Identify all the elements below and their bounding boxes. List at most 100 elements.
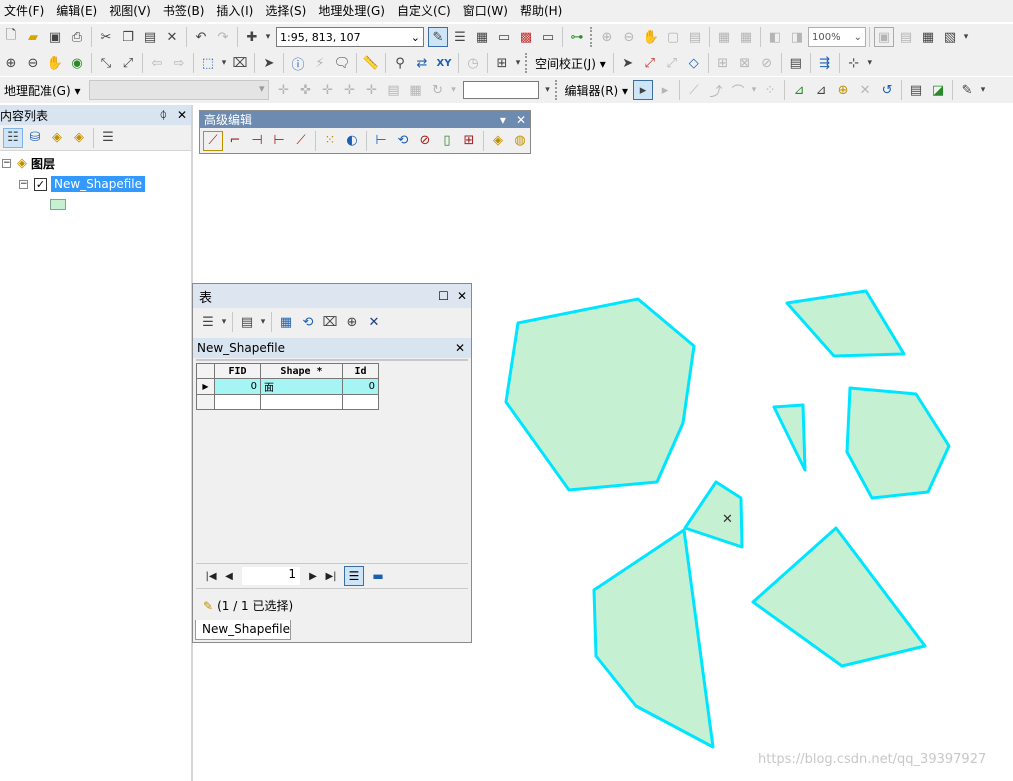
go-forward-icon[interactable]: ⇨ — [169, 53, 189, 73]
change-layout-icon[interactable]: ▦ — [918, 27, 938, 47]
toolbar-grip[interactable] — [590, 27, 594, 47]
save-icon[interactable]: ▣ — [45, 27, 65, 47]
trim-icon[interactable]: ⊢ — [269, 131, 289, 151]
chevron-down-icon[interactable]: ▾ — [264, 27, 272, 47]
close-icon[interactable]: ✕ — [516, 113, 526, 127]
zoom-100-icon[interactable]: ▦ — [714, 27, 734, 47]
first-record-icon[interactable]: |◀ — [202, 571, 220, 582]
georef-layer-combo[interactable] — [88, 80, 269, 100]
select-features-icon[interactable]: ⬚ — [198, 53, 218, 73]
menu-insert[interactable]: 插入(I) — [212, 0, 261, 22]
chevron-down-icon[interactable]: ▾ — [220, 312, 228, 332]
close-icon[interactable]: ✕ — [457, 289, 467, 303]
previous-record-icon[interactable]: ◀ — [220, 571, 238, 582]
switch-selection-icon[interactable]: ⟲ — [298, 312, 318, 332]
zoom-to-link-icon[interactable]: ✛ — [340, 80, 360, 100]
menu-windows[interactable]: 窗口(W) — [459, 0, 516, 22]
multiple-displacement-links-icon[interactable]: ◇ — [684, 53, 704, 73]
select-arrow-icon[interactable]: ➤ — [618, 53, 638, 73]
full-extent-icon[interactable]: ◉ — [67, 53, 87, 73]
new-limited-adjustment-area-icon[interactable]: ⊠ — [735, 53, 755, 73]
html-popup-icon[interactable]: 🗨 — [332, 53, 352, 73]
chevron-down-icon[interactable]: ▾ — [544, 80, 552, 100]
pan-icon[interactable]: ✋ — [45, 53, 65, 73]
zoom-out-icon[interactable]: ⊖ — [23, 53, 43, 73]
new-displacement-link-icon[interactable]: ⤢ — [640, 53, 660, 73]
straight-segment-icon[interactable]: ⟋ — [684, 80, 704, 100]
sketch-properties-icon[interactable]: ◪ — [928, 80, 948, 100]
arctoolbox-icon[interactable]: ▩ — [516, 27, 536, 47]
endpoint-arc-icon[interactable]: ⤴ — [706, 80, 726, 100]
editor-menu[interactable]: 编辑器(R) ▾ — [561, 82, 633, 99]
related-tables-icon[interactable]: ▤ — [237, 312, 257, 332]
chevron-down-icon[interactable]: ▾ — [220, 53, 228, 73]
model-builder-icon[interactable]: ⊶ — [567, 27, 587, 47]
polygon-small-kite[interactable] — [683, 480, 744, 549]
rotate-icon[interactable]: ↻ — [428, 80, 448, 100]
explode-multipart-icon[interactable]: ⁙ — [320, 131, 340, 151]
zoom-in-icon[interactable]: ⊕ — [1, 53, 21, 73]
line-intersection-icon[interactable]: ⟋ — [291, 131, 311, 151]
catalog-icon[interactable]: ▦ — [472, 27, 492, 47]
buffer-icon[interactable]: ◍ — [510, 131, 530, 151]
find-route-icon[interactable]: ⇄ — [412, 53, 432, 73]
create-features-icon[interactable]: ✎ — [957, 80, 977, 100]
close-icon[interactable]: ✕ — [177, 108, 187, 122]
menu-view[interactable]: 视图(V) — [105, 0, 159, 22]
clear-selection-icon[interactable]: ⌧ — [230, 53, 250, 73]
identify-icon[interactable]: ⓘ — [288, 53, 308, 73]
smooth-icon[interactable]: ▯ — [437, 131, 457, 151]
list-by-selection-icon[interactable]: ◈ — [69, 128, 89, 148]
georeferencing-menu[interactable]: 地理配准(G) ▾ — [0, 82, 85, 99]
hyperlink-icon[interactable]: ⚡ — [310, 53, 330, 73]
toolbar-grip[interactable] — [525, 53, 529, 73]
menu-bookmarks[interactable]: 书签(B) — [159, 0, 213, 22]
maximize-icon[interactable]: ☐ — [438, 289, 449, 303]
rotation-input[interactable] — [462, 81, 539, 99]
cell-shape[interactable]: 面 — [260, 378, 343, 395]
list-by-source-icon[interactable]: ⛁ — [25, 128, 45, 148]
auto-registration-icon[interactable]: ✜ — [296, 80, 316, 100]
chevron-down-icon[interactable]: ▾ — [500, 113, 506, 127]
zoom-whole-page-icon[interactable]: ▤ — [685, 27, 705, 47]
python-window-icon[interactable]: ▭ — [538, 27, 558, 47]
edit-vertices-icon[interactable]: ⊿ — [789, 80, 809, 100]
polygon-large-heptagon[interactable] — [504, 297, 696, 492]
back-extent-icon[interactable]: ◧ — [765, 27, 785, 47]
focus-data-frame-icon[interactable]: ▤ — [896, 27, 916, 47]
fixed-zoom-out-icon[interactable]: ⤢ — [118, 53, 138, 73]
table-tab-new-shapefile[interactable]: New_Shapefile — [195, 620, 291, 640]
show-selected-records-icon[interactable]: ▬ — [368, 566, 388, 586]
chevron-down-icon[interactable]: ▾ — [450, 80, 458, 100]
polygon-top-right-quad[interactable] — [785, 289, 906, 358]
table-row-new[interactable] — [196, 394, 379, 410]
trace-icon[interactable]: ⌒ — [728, 80, 748, 100]
polygon-bottom-left[interactable] — [592, 528, 715, 749]
go-back-icon[interactable]: ⇦ — [147, 53, 167, 73]
align-to-shape-icon[interactable]: ⊢ — [371, 131, 391, 151]
zoom-to-selected-icon[interactable]: ⊕ — [342, 312, 362, 332]
cell-empty[interactable] — [342, 394, 379, 410]
measure-icon[interactable]: 📏 — [361, 53, 381, 73]
cell-empty[interactable] — [214, 394, 261, 410]
table-options-icon[interactable]: ☰ — [198, 312, 218, 332]
chevron-down-icon[interactable]: ▾ — [514, 53, 522, 73]
delete-icon[interactable]: ✕ — [162, 27, 182, 47]
cell-fid[interactable]: 0 — [214, 378, 261, 395]
modify-link-icon[interactable]: ⤢ — [662, 53, 682, 73]
new-identity-link-icon[interactable]: ⊞ — [713, 53, 733, 73]
cut-icon[interactable]: ✂ — [96, 27, 116, 47]
print-icon[interactable]: ⎙ — [67, 27, 87, 47]
construct-geodetic-icon[interactable]: ◐ — [342, 131, 362, 151]
find-icon[interactable]: ⚲ — [390, 53, 410, 73]
polygon-right-pentagon[interactable] — [845, 386, 951, 500]
edge-match-icon[interactable]: ⊹ — [844, 53, 864, 73]
map-scale-combo[interactable]: 1:95, 813, 107 ⌄ — [276, 27, 424, 47]
copy-icon[interactable]: ❐ — [118, 27, 138, 47]
rotate-tool-icon[interactable]: ↺ — [877, 80, 897, 100]
advanced-editing-title-bar[interactable]: 高级编辑 ▾ ✕ — [200, 111, 530, 128]
select-by-attributes-icon[interactable]: ▦ — [276, 312, 296, 332]
fillet-icon[interactable]: ⌐ — [225, 131, 245, 151]
column-header-shape[interactable]: Shape * — [260, 363, 343, 379]
open-folder-icon[interactable]: ▰ — [23, 27, 43, 47]
